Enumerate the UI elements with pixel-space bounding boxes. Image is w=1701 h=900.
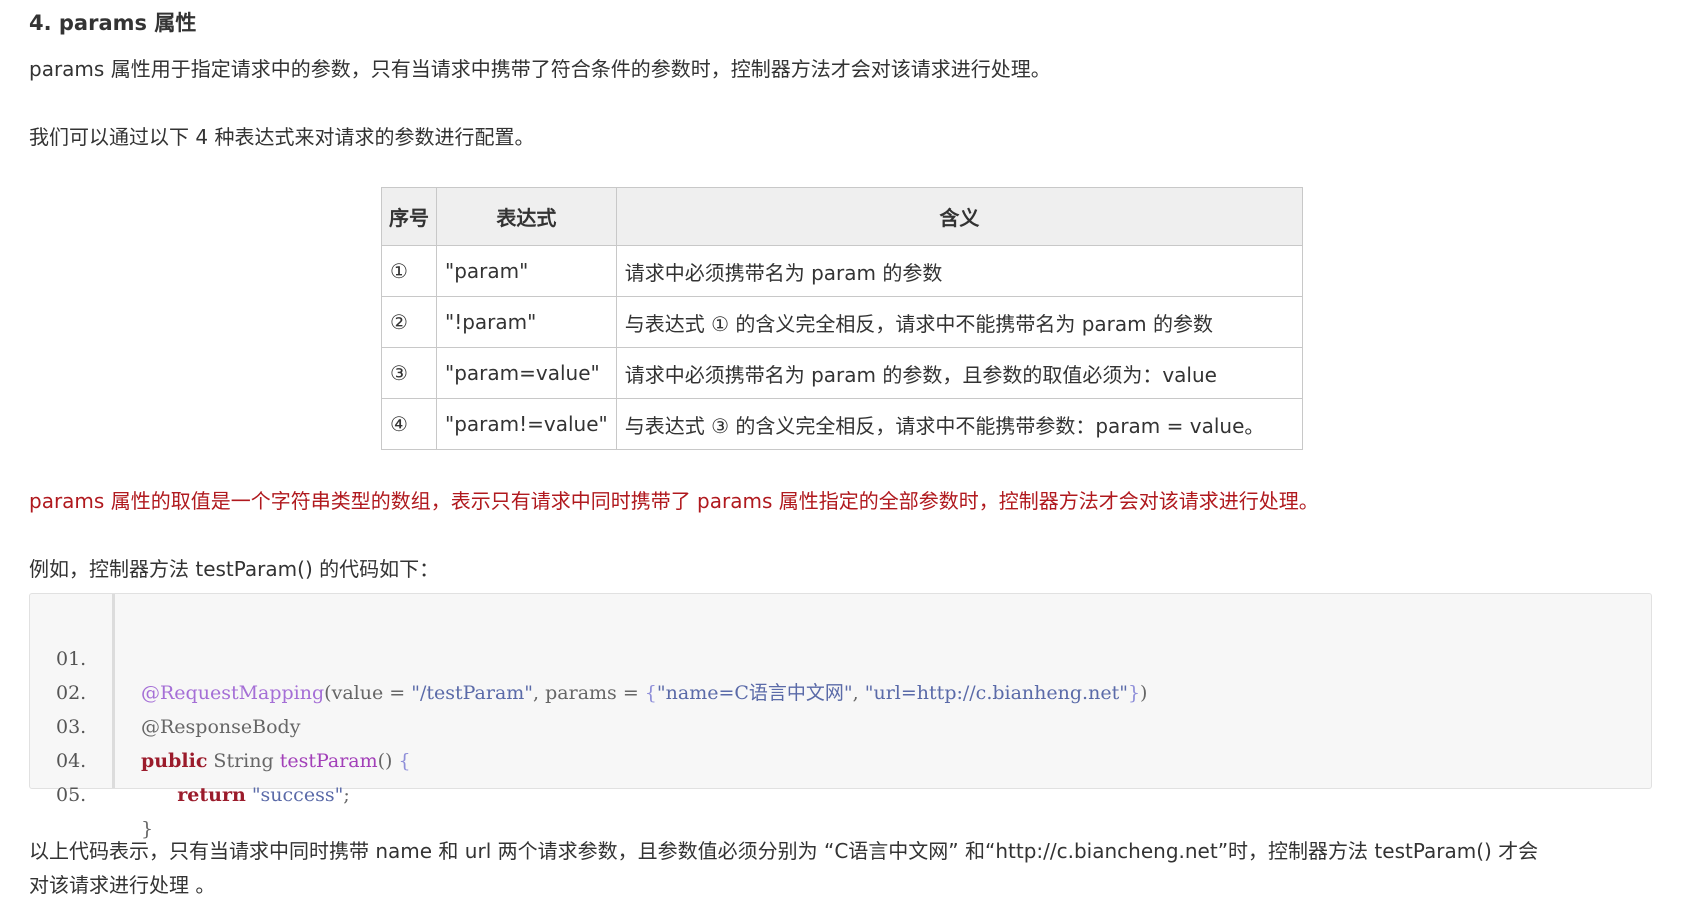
code-line-4: 04. return "success"; — [30, 710, 350, 806]
row-meaning: 与表达式 ① 的含义完全相反，请求中不能携带名为 param 的参数 — [615, 296, 1304, 348]
column-header-index: 序号 — [381, 187, 437, 246]
conclusion-paragraph-line2: 对该请求进行处理 。 — [29, 873, 216, 897]
code-text: @RequestMapping(value = "/testParam", pa… — [141, 682, 1148, 704]
expression-table: 序号 表达式 含义 ① "param" 请求中必须携带名为 param 的参数 … — [381, 187, 1304, 450]
row-index: ② — [381, 296, 437, 348]
section-heading: 4. params 属性 — [29, 11, 197, 35]
row-expression: "!param" — [436, 296, 617, 348]
conclusion-paragraph-line1: 以上代码表示，只有当请求中同时携带 name 和 url 两个请求参数，且参数值… — [29, 839, 1539, 863]
row-meaning: 请求中必须携带名为 param 的参数，且参数的取值必须为：value — [615, 347, 1304, 399]
row-meaning: 请求中必须携带名为 param 的参数 — [615, 245, 1304, 297]
code-line-1: 01. @RequestMapping(value = "/testParam"… — [30, 608, 1147, 704]
row-expression: "param!=value" — [436, 398, 617, 450]
row-expression: "param" — [436, 245, 617, 297]
row-index: ④ — [381, 398, 437, 450]
table-row: ① "param" 请求中必须携带名为 param 的参数 — [381, 245, 1304, 297]
highlight-note: params 属性的取值是一个字符串类型的数组，表示只有请求中同时携带了 par… — [29, 489, 1319, 513]
table-row: ③ "param=value" 请求中必须携带名为 param 的参数，且参数的… — [381, 347, 1304, 399]
code-text: return "success"; — [177, 784, 350, 806]
table-header-row: 序号 表达式 含义 — [381, 187, 1304, 246]
lead-paragraph: 我们可以通过以下 4 种表达式来对请求的参数进行配置。 — [29, 125, 535, 149]
code-line-3: 03. public String testParam() { — [30, 676, 411, 772]
table-row: ④ "param!=value" 与表达式 ③ 的含义完全相反，请求中不能携带参… — [381, 398, 1304, 450]
code-text: @ResponseBody — [141, 716, 301, 738]
row-index: ③ — [381, 347, 437, 399]
line-number: 05. — [56, 784, 87, 806]
row-meaning: 与表达式 ③ 的含义完全相反，请求中不能携带参数：param = value。 — [615, 398, 1304, 450]
example-intro: 例如，控制器方法 testParam() 的代码如下： — [29, 557, 440, 581]
code-line-2: 02. @ResponseBody — [30, 642, 300, 738]
row-index: ① — [381, 245, 437, 297]
code-block[interactable]: 01. @RequestMapping(value = "/testParam"… — [29, 593, 1652, 840]
code-line-5: 05. } — [30, 744, 153, 840]
intro-paragraph: params 属性用于指定请求中的参数，只有当请求中携带了符合条件的参数时，控制… — [29, 57, 1051, 81]
code-text: public String testParam() { — [141, 750, 411, 772]
column-header-meaning: 含义 — [615, 187, 1304, 246]
row-expression: "param=value" — [436, 347, 617, 399]
table-row: ② "!param" 与表达式 ① 的含义完全相反，请求中不能携带名为 para… — [381, 296, 1304, 348]
article-page: 4. params 属性 params 属性用于指定请求中的参数，只有当请求中携… — [0, 0, 1701, 897]
column-header-expression: 表达式 — [436, 187, 617, 246]
